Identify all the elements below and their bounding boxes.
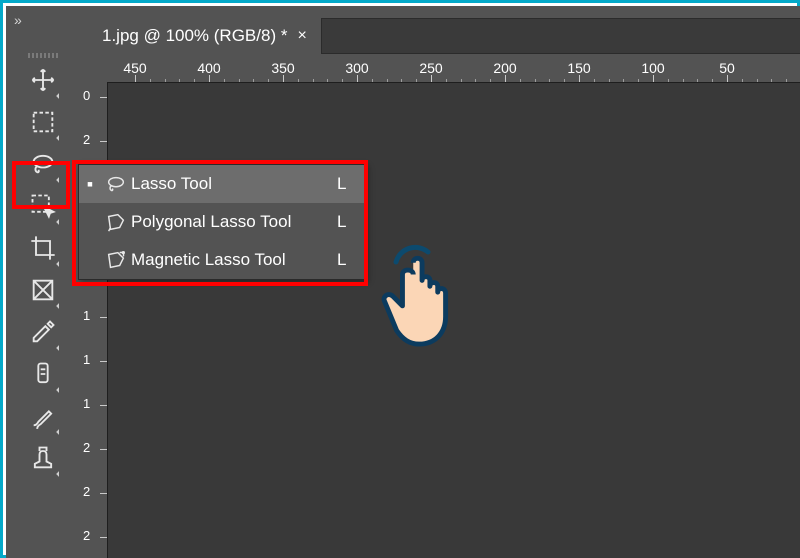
- flyout-item-shortcut: L: [337, 212, 365, 232]
- toolbar: [22, 51, 64, 479]
- lasso-icon: [101, 173, 131, 195]
- flyout-item-label: Lasso Tool: [131, 174, 337, 194]
- magnetic-lasso-icon: [101, 249, 131, 271]
- marquee-tool[interactable]: [22, 101, 64, 143]
- ruler-horizontal[interactable]: 45040035030025020015010050: [107, 58, 800, 82]
- document-tab-bar: 1.jpg @ 100% (RGB/8) * ×: [88, 18, 800, 54]
- document-tab-title: 1.jpg @ 100% (RGB/8) *: [102, 26, 287, 46]
- screenshot-frame: » 1.jpg @ 100% (RGB/8) * ×: [0, 0, 800, 558]
- flyout-item-polygonal-lasso[interactable]: Polygonal Lasso Tool L: [79, 203, 365, 241]
- expand-panels-chevron[interactable]: »: [14, 12, 22, 28]
- close-icon[interactable]: ×: [297, 27, 306, 45]
- flyout-item-label: Polygonal Lasso Tool: [131, 212, 337, 232]
- flyout-item-shortcut: L: [337, 174, 365, 194]
- eyedropper-tool[interactable]: [22, 311, 64, 353]
- app-window: » 1.jpg @ 100% (RGB/8) * ×: [6, 6, 800, 558]
- flyout-item-lasso[interactable]: ▪ Lasso Tool L: [79, 165, 365, 203]
- ruler-vertical[interactable]: 02571111222: [81, 82, 107, 558]
- hand-cursor-icon: [376, 244, 474, 359]
- quick-select-tool[interactable]: [22, 185, 64, 227]
- polygonal-lasso-icon: [101, 211, 131, 233]
- crop-tool[interactable]: [22, 227, 64, 269]
- flyout-item-shortcut: L: [337, 250, 365, 270]
- selected-dot-icon: ▪: [79, 174, 101, 195]
- clone-stamp-tool[interactable]: [22, 437, 64, 479]
- toolbar-grip[interactable]: [22, 51, 64, 59]
- flyout-item-label: Magnetic Lasso Tool: [131, 250, 337, 270]
- flyout-item-magnetic-lasso[interactable]: Magnetic Lasso Tool L: [79, 241, 365, 279]
- lasso-tool[interactable]: [22, 143, 64, 185]
- move-tool[interactable]: [22, 59, 64, 101]
- frame-tool[interactable]: [22, 269, 64, 311]
- lasso-flyout-menu: ▪ Lasso Tool L Polygonal Lasso Tool L Ma…: [78, 164, 366, 280]
- document-tab[interactable]: 1.jpg @ 100% (RGB/8) * ×: [88, 18, 322, 54]
- healing-brush-tool[interactable]: [22, 353, 64, 395]
- brush-tool[interactable]: [22, 395, 64, 437]
